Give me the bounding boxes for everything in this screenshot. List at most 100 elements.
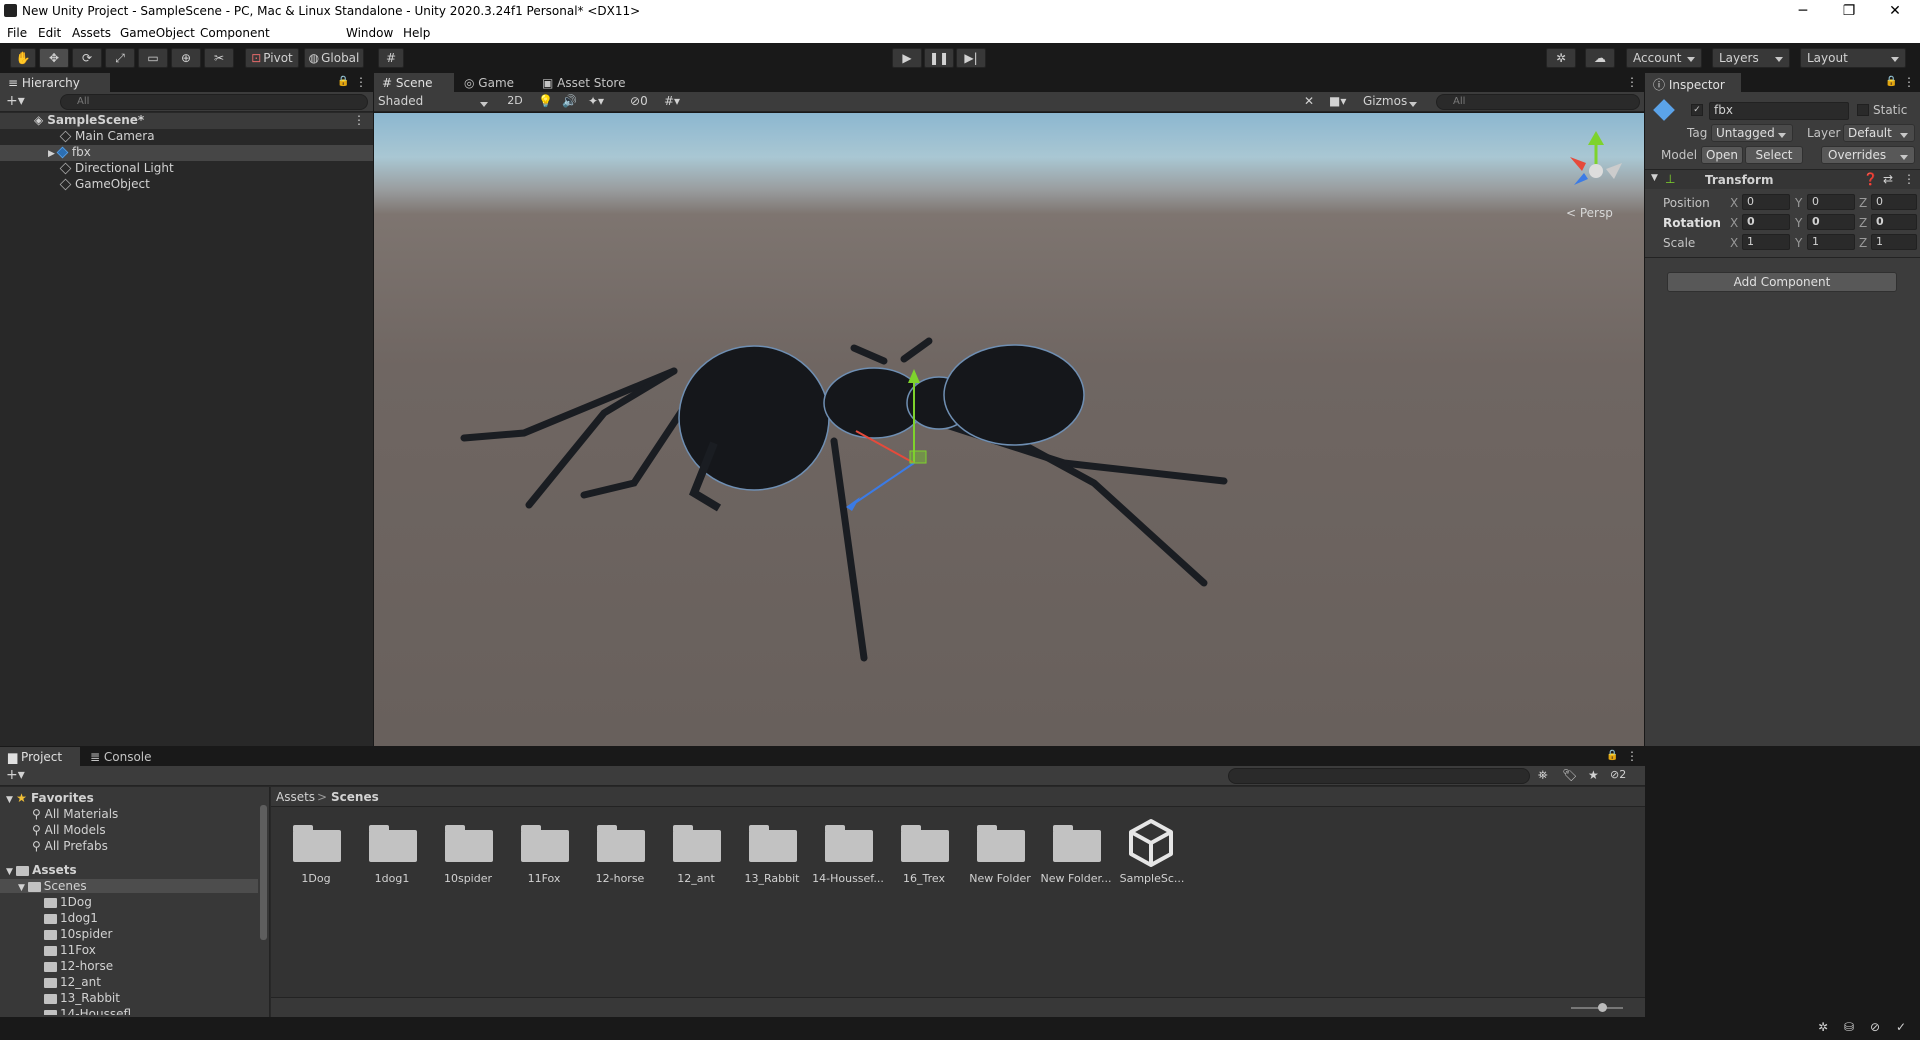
cache-icon[interactable]: ⛁ [1844, 1020, 1854, 1034]
orientation-gizmo[interactable] [1570, 131, 1622, 185]
lock-icon[interactable]: 🔒 [1606, 750, 1618, 761]
expand-arrow-icon[interactable]: ▼ [18, 883, 28, 893]
play-button[interactable]: ▶ [892, 48, 922, 68]
favorite-item[interactable]: ⚲ All Models [32, 823, 106, 837]
scale-z-field[interactable]: 1 [1871, 234, 1917, 250]
icon-size-slider-track[interactable] [1571, 1007, 1623, 1009]
scene-search-input[interactable]: All [1436, 94, 1640, 110]
help-icon[interactable]: ❓ [1863, 172, 1878, 186]
overrides-dropdown[interactable]: Overrides [1821, 146, 1915, 164]
scale-y-field[interactable]: 1 [1807, 234, 1855, 250]
breadcrumb-scenes[interactable]: Scenes [331, 790, 379, 804]
favorites-node[interactable]: ▼ ★ Favorites [6, 791, 94, 805]
add-dropdown-icon[interactable]: +▾ [6, 767, 25, 783]
2d-toggle[interactable]: 2D [502, 94, 528, 107]
favorite-item[interactable]: ⚲ All Prefabs [32, 839, 108, 853]
scene-folder-item[interactable]: 13_Rabbit [44, 991, 120, 1005]
hierarchy-search-input[interactable]: All [60, 94, 368, 110]
position-y-field[interactable]: 0 [1807, 194, 1855, 210]
icon-size-slider-thumb[interactable] [1598, 1003, 1607, 1012]
tab-console[interactable]: ≣ Console [82, 747, 162, 766]
scene-menu-icon[interactable]: ⋮ [353, 113, 365, 127]
tab-project[interactable]: ▆ Project [0, 747, 80, 766]
assets-node[interactable]: ▼ Assets [6, 863, 77, 877]
menu-help[interactable]: Help [403, 26, 430, 40]
hierarchy-item-gameobject[interactable]: GameObject [0, 177, 373, 193]
object-name-field[interactable]: fbx [1709, 102, 1849, 120]
rotation-z-field[interactable]: 0 [1871, 214, 1917, 230]
hidden-objects-icon[interactable]: ⊘0 [630, 94, 648, 108]
lighting-icon[interactable]: 💡 [538, 94, 553, 108]
scene-row[interactable]: ◈ SampleScene* ⋮ [0, 113, 373, 129]
scene-grid-icon[interactable]: #▾ [664, 94, 680, 108]
hierarchy-item-fbx[interactable]: ▶ fbx [0, 145, 373, 161]
preset-icon[interactable]: ⇄ [1883, 172, 1893, 186]
tab-game[interactable]: ◎ Game [456, 73, 532, 92]
menu-file[interactable]: File [7, 26, 27, 40]
scale-x-field[interactable]: 1 [1742, 234, 1790, 250]
menu-assets[interactable]: Assets [72, 26, 111, 40]
kebab-menu-icon[interactable]: ⋮ [355, 75, 367, 89]
plane-handle[interactable] [909, 450, 927, 464]
menu-component[interactable]: Component [200, 26, 270, 40]
scene-folder-item[interactable]: 11Fox [44, 943, 96, 957]
tools-icon[interactable]: ✕ [1304, 94, 1314, 108]
minimize-button[interactable]: ─ [1780, 0, 1826, 24]
rotate-tool-icon[interactable]: ⟳ [72, 48, 102, 68]
component-menu-icon[interactable]: ⋮ [1903, 172, 1915, 186]
maximize-button[interactable]: ❐ [1826, 0, 1872, 24]
lock-icon[interactable]: 🔒 [337, 76, 349, 87]
camera-icon[interactable]: ■▾ [1329, 94, 1346, 108]
hand-tool-icon[interactable]: ✋ [10, 48, 36, 68]
layers-dropdown[interactable]: Layers [1712, 48, 1790, 68]
auto-generate-icon[interactable]: ⊘ [1870, 1020, 1880, 1034]
effects-icon[interactable]: ✦▾ [588, 94, 604, 108]
tag-dropdown[interactable]: Untagged [1711, 124, 1793, 142]
rect-tool-icon[interactable]: ▭ [138, 48, 168, 68]
scene-folder-item[interactable]: 12-horse [44, 959, 113, 973]
add-component-button[interactable]: Add Component [1667, 272, 1897, 292]
scene-folder-item[interactable]: 1dog1 [44, 911, 98, 925]
account-dropdown[interactable]: Account [1626, 48, 1702, 68]
tab-asset-store[interactable]: ▣ Asset Store [534, 73, 634, 92]
tab-scene[interactable]: # Scene [374, 73, 454, 92]
menu-window[interactable]: Window [346, 26, 393, 40]
active-checkbox[interactable]: ✓ [1691, 104, 1703, 116]
project-search-input[interactable] [1228, 768, 1530, 784]
scene-kebab-icon[interactable]: ⋮ [1626, 75, 1638, 89]
z-axis-arrow-icon[interactable] [846, 497, 860, 511]
scene-folder-item[interactable]: 14-Houssefl... [44, 1007, 142, 1015]
collab-icon[interactable]: ✲ [1546, 48, 1576, 68]
transform-header[interactable]: ▼ ⊥ Transform ❓ ⇄ ⋮ [1645, 169, 1920, 189]
menu-edit[interactable]: Edit [38, 26, 61, 40]
scene-viewport[interactable]: < Persp [374, 113, 1644, 746]
expand-arrow-icon[interactable]: ▼ [6, 867, 16, 877]
global-button[interactable]: ◍ Global [304, 48, 364, 68]
audio-icon[interactable]: 🔊 [562, 94, 577, 108]
debug-icon[interactable]: ✲ [1818, 1020, 1828, 1034]
z-axis-handle[interactable] [851, 462, 915, 506]
search-by-type-icon[interactable]: ⛯ [1538, 768, 1548, 783]
favorite-star-icon[interactable]: ★ [1588, 768, 1599, 782]
close-button[interactable]: ✕ [1872, 0, 1918, 24]
favorite-item[interactable]: ⚲ All Materials [32, 807, 118, 821]
scale-tool-icon[interactable]: ⤢ [105, 48, 135, 68]
rotation-y-field[interactable]: 0 [1807, 214, 1855, 230]
tree-scrollbar[interactable] [260, 805, 267, 940]
cloud-icon[interactable]: ☁ [1585, 48, 1615, 68]
custom-tool-icon[interactable]: ✂ [204, 48, 234, 68]
breadcrumb-assets[interactable]: Assets [276, 790, 315, 804]
pause-button[interactable]: ❚❚ [924, 48, 954, 68]
hierarchy-item-main-camera[interactable]: Main Camera [0, 129, 373, 145]
check-icon[interactable]: ✓ [1896, 1020, 1906, 1034]
step-button[interactable]: ▶| [956, 48, 986, 68]
expand-arrow-icon[interactable]: ▼ [6, 795, 16, 805]
select-button[interactable]: Select [1745, 146, 1803, 164]
move-tool-icon[interactable]: ✥ [39, 48, 69, 68]
persp-label[interactable]: < Persp [1566, 206, 1613, 220]
transform-tool-icon[interactable]: ⊕ [171, 48, 201, 68]
collapse-arrow-icon[interactable]: ▼ [1651, 173, 1658, 183]
tab-hierarchy[interactable]: ≡ Hierarchy [0, 73, 110, 92]
position-x-field[interactable]: 0 [1742, 194, 1790, 210]
scene-folder-item[interactable]: 1Dog [44, 895, 92, 909]
